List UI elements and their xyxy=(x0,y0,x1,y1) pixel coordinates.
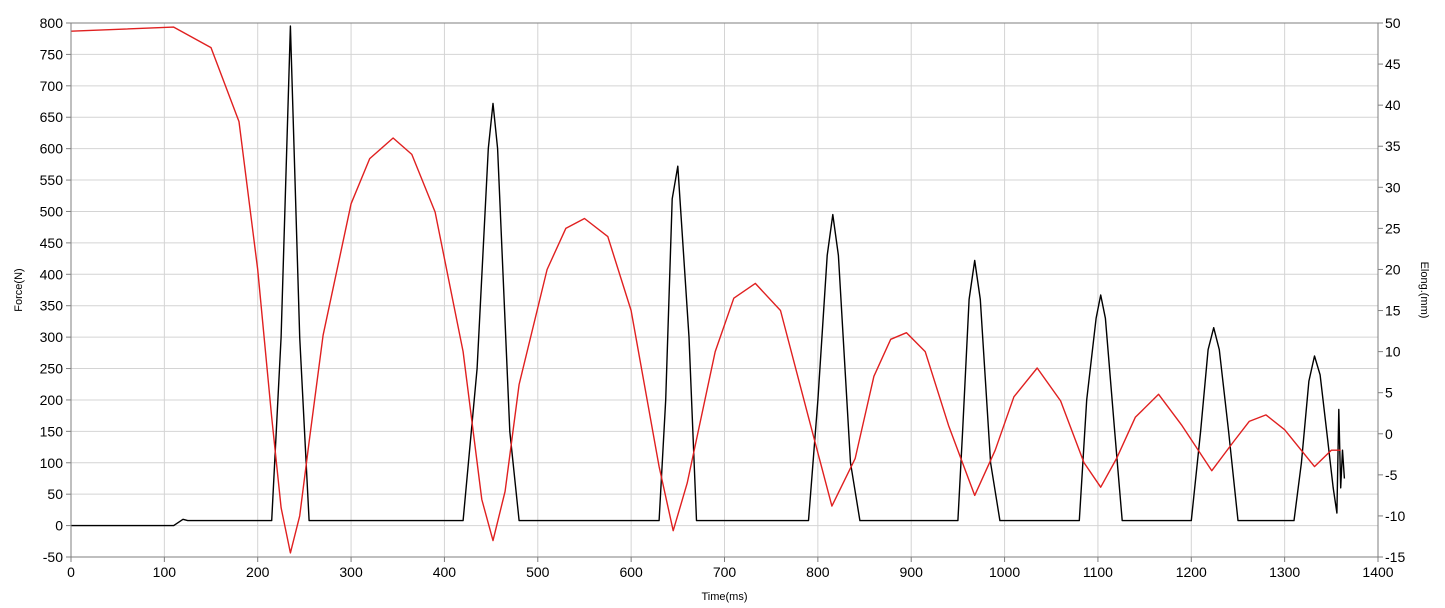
y2-tick-label: 10 xyxy=(1385,344,1401,360)
x-tick-label: 1300 xyxy=(1269,564,1300,580)
y2-tick-label: -15 xyxy=(1385,549,1405,565)
y-tick-label: 550 xyxy=(40,172,64,188)
y2-tick-label: -5 xyxy=(1385,467,1398,483)
y-axis-left: -50 0 50 100 150 200 250 300 350 400 450 500 550 600 6… xyxy=(40,15,71,565)
y-tick-label: 700 xyxy=(40,78,64,94)
y-tick-label: 0 xyxy=(55,518,63,534)
y-tick-label: 350 xyxy=(40,298,64,314)
y-tick-label: 750 xyxy=(40,46,64,62)
y2-tick-label: 35 xyxy=(1385,138,1401,154)
y2-tick-label: 50 xyxy=(1385,15,1401,31)
x-tick-label: 900 xyxy=(900,564,924,580)
x-tick-label: 1400 xyxy=(1362,564,1393,580)
x-tick-label: 0 xyxy=(67,564,75,580)
x-tick-label: 400 xyxy=(433,564,457,580)
y-axis-left-title: Force(N) xyxy=(13,268,25,311)
y-tick-label: 300 xyxy=(40,329,64,345)
x-tick-label: 1100 xyxy=(1083,564,1113,580)
y-axis-right-title: Elong.(mm) xyxy=(1418,262,1430,319)
y-tick-label: 50 xyxy=(47,486,63,502)
x-axis-title: Time(ms) xyxy=(701,591,747,603)
y2-tick-label: 0 xyxy=(1385,426,1393,442)
x-tick-label: 200 xyxy=(246,564,270,580)
x-tick-label: 600 xyxy=(619,564,643,580)
y-tick-label: 250 xyxy=(40,361,64,377)
y2-tick-label: -10 xyxy=(1385,508,1405,524)
y2-tick-label: 25 xyxy=(1385,220,1401,236)
chart: 0 100 200 300 400 500 600 700 800 900 1000 1100 1200… xyxy=(13,15,1430,603)
x-tick-label: 800 xyxy=(806,564,830,580)
y2-tick-label: 45 xyxy=(1385,56,1401,72)
x-tick-label: 1200 xyxy=(1176,564,1207,580)
x-tick-label: 500 xyxy=(526,564,550,580)
y-tick-label: 500 xyxy=(40,203,64,219)
x-axis: 0 100 200 300 400 500 600 700 800 900 1000 1100 1200… xyxy=(67,557,1394,580)
y2-tick-label: 15 xyxy=(1385,303,1401,319)
y-tick-label: 100 xyxy=(40,455,64,471)
y-tick-label: 450 xyxy=(40,235,64,251)
x-tick-label: 300 xyxy=(339,564,363,580)
y-tick-label: -50 xyxy=(43,549,63,565)
y-tick-label: 150 xyxy=(40,423,64,439)
x-tick-label: 700 xyxy=(713,564,737,580)
x-tick-label: 100 xyxy=(153,564,177,580)
y2-tick-label: 20 xyxy=(1385,261,1401,277)
y-tick-label: 650 xyxy=(40,109,64,125)
x-tick-label: 1000 xyxy=(989,564,1020,580)
y2-tick-label: 40 xyxy=(1385,97,1401,113)
y-axis-right: -15 -10 -5 0 5 10 15 20 25 30 35 40 45 50 xyxy=(1378,15,1405,565)
y2-tick-label: 5 xyxy=(1385,385,1393,401)
y2-tick-label: 30 xyxy=(1385,179,1401,195)
y-tick-label: 600 xyxy=(40,141,64,157)
y-tick-label: 200 xyxy=(40,392,64,408)
y-tick-label: 400 xyxy=(40,266,64,282)
y-tick-label: 800 xyxy=(40,15,64,31)
